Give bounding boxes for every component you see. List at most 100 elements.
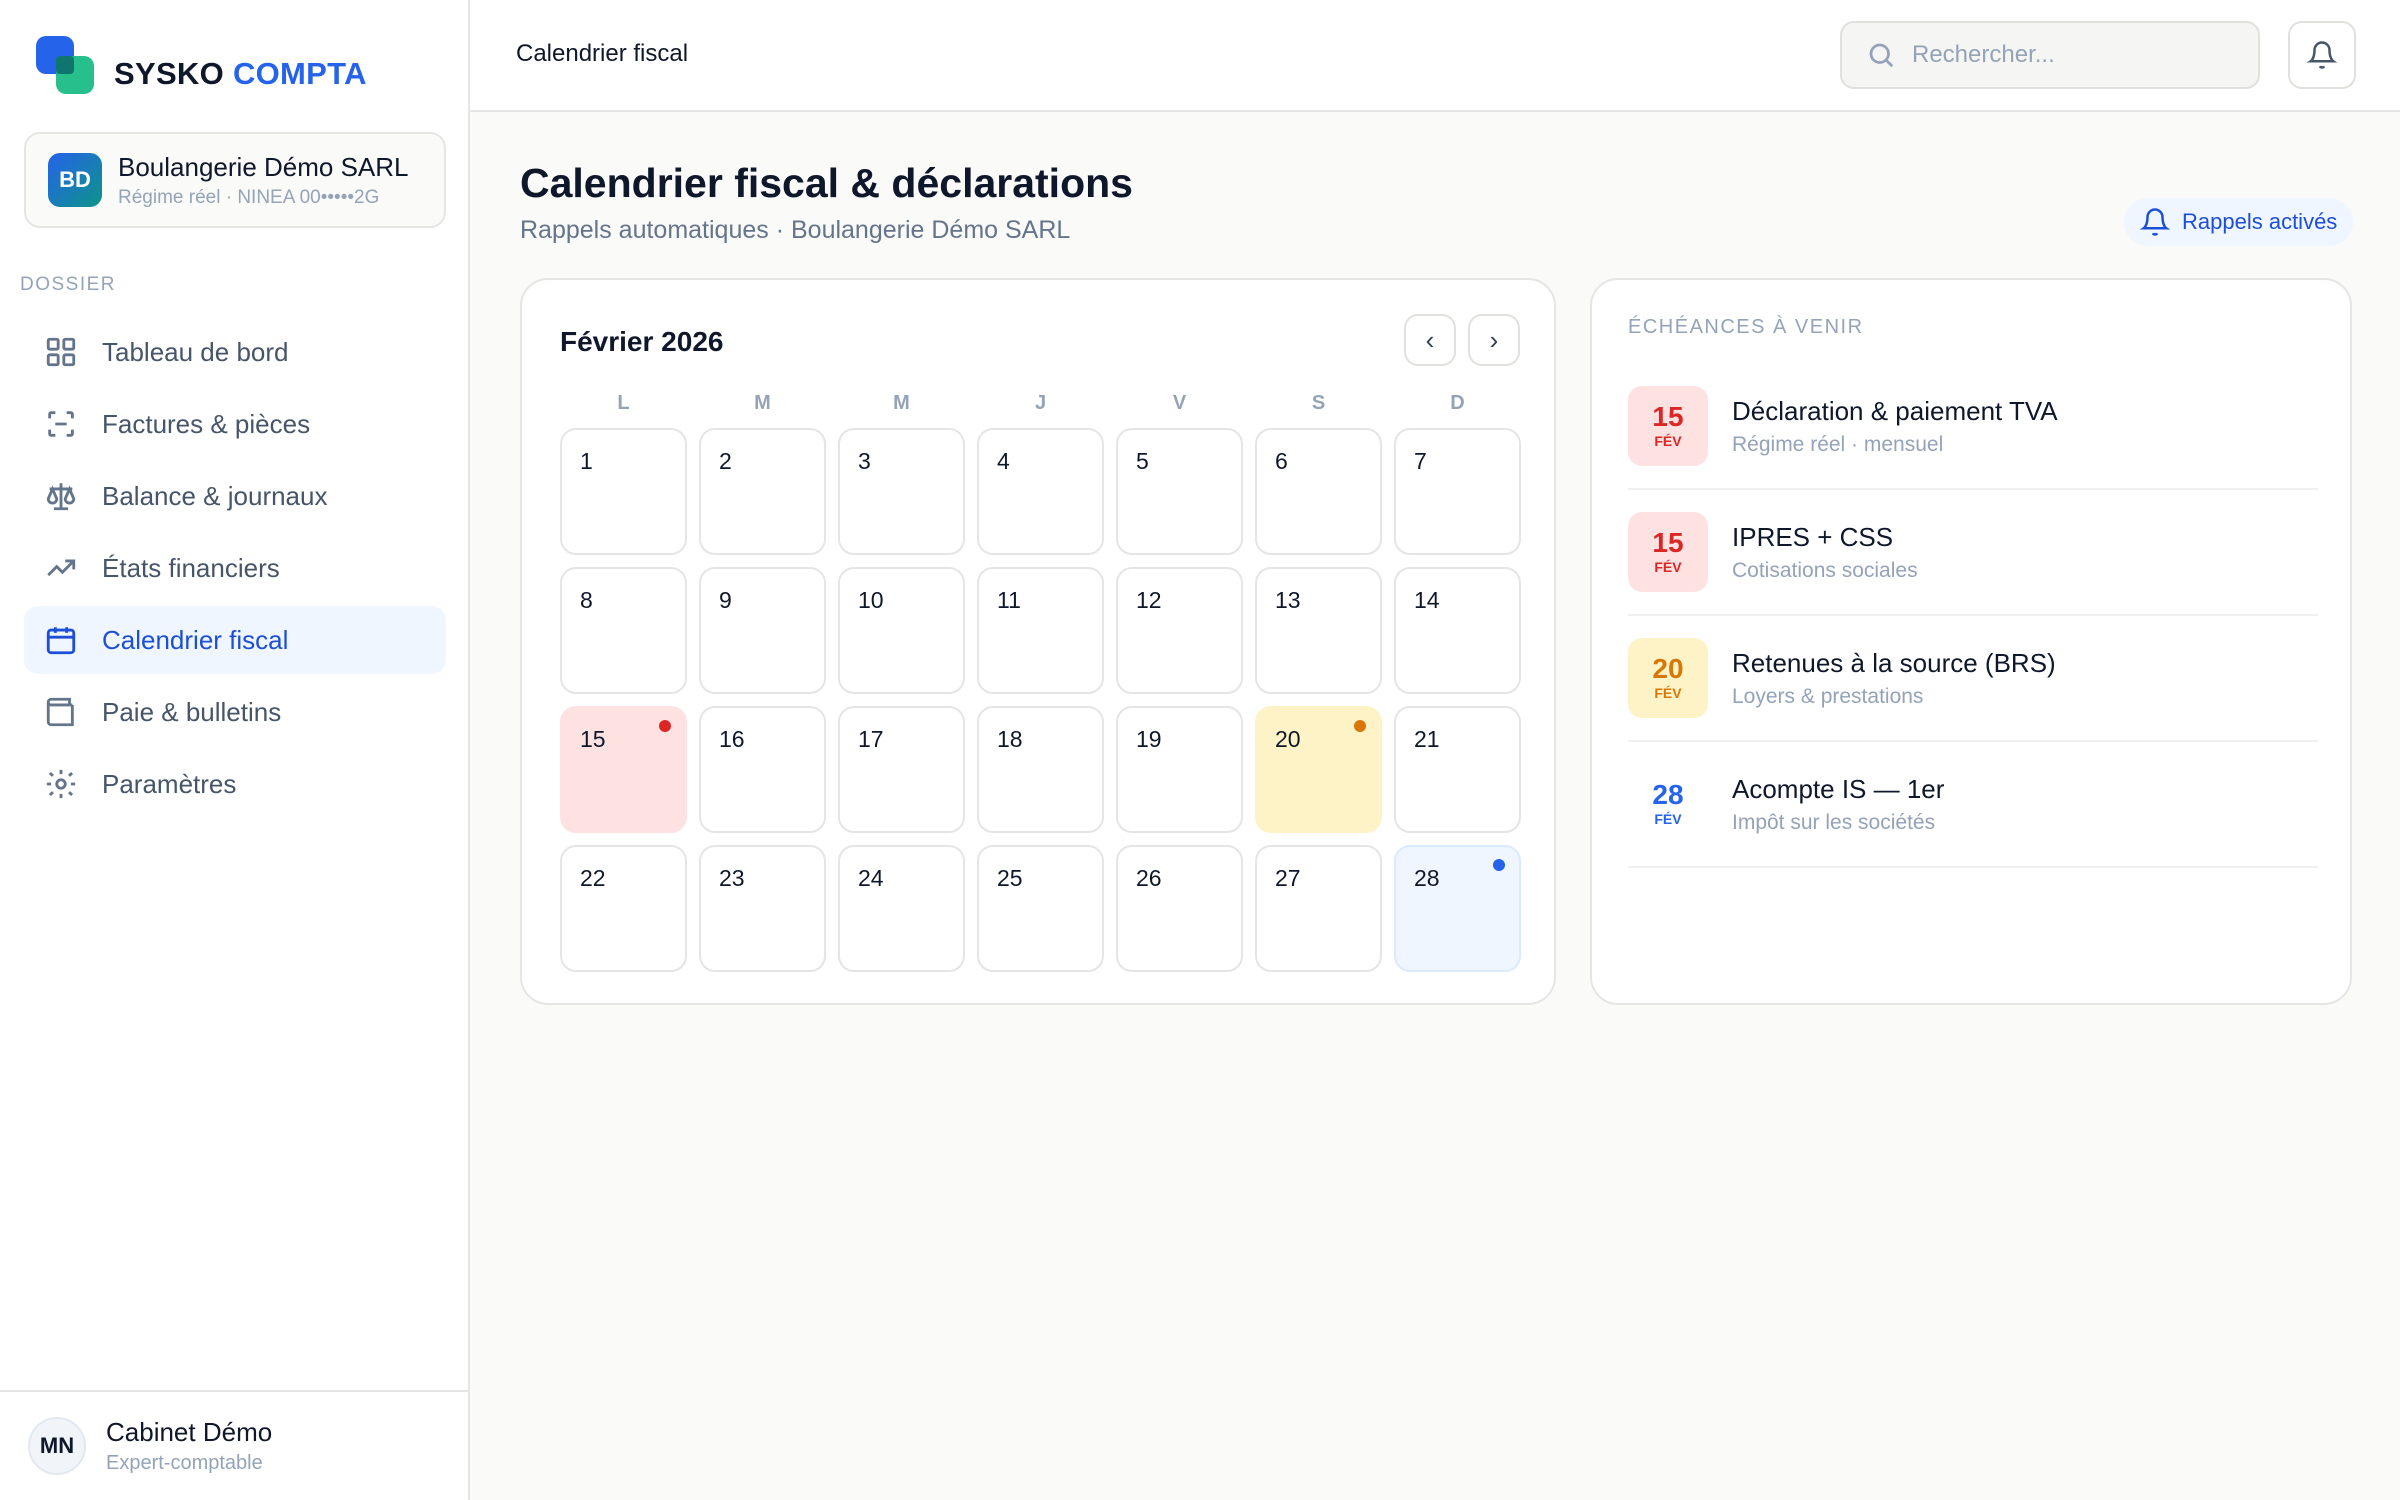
calendar-day[interactable]: 19 [1116,706,1243,833]
calendar-day[interactable]: 9 [699,567,826,694]
deadline-month: FÉV [1654,433,1682,449]
calendar-day[interactable]: 14 [1394,567,1521,694]
calendar-day-number: 4 [997,448,1010,474]
company-switcher[interactable]: BD Boulangerie Démo SARL Régime réel · N… [24,132,446,228]
deadlines-card: ÉCHÉANCES À VENIR 15 FÉV Déclaration & pai… [1590,278,2352,1005]
calendar-day-number: 28 [1414,865,1440,891]
page-subtitle: Rappels automatiques · Boulangerie Démo … [520,216,1071,244]
calendar-grid: 1 2 3 4 5 6 7 8 9 10 11 12 13 14 15 16 17 18 19 20 21 22 23 24 2… [560,428,1521,972]
avatar: MN [28,1417,86,1475]
sidebar-item-label: États financiers [102,552,280,583]
calendar-day[interactable]: 23 [699,845,826,972]
calendar-day[interactable]: 10 [838,567,965,694]
calendar-day[interactable]: 2 [699,428,826,555]
calendar-day[interactable]: 4 [977,428,1104,555]
weekday-label: S [1311,392,1326,414]
deadline-day: 20 [1652,653,1684,684]
calendar-day[interactable]: 12 [1116,567,1243,694]
calendar-day-number: 10 [858,587,884,613]
calendar-day-number: 5 [1136,448,1149,474]
calendar-day-number: 8 [580,587,593,613]
calendar-day[interactable]: 15 [560,706,687,833]
calendar-day[interactable]: 22 [560,845,687,972]
deadline-month: FÉV [1654,559,1682,575]
calendar-day[interactable]: 27 [1255,845,1382,972]
company-subtitle: Régime réel · NINEA 00•••••2G [118,186,380,208]
calendar-day-number: 6 [1275,448,1288,474]
sidebar-item-tableau-de-bord[interactable]: Tableau de bord [24,318,446,386]
user-profile[interactable]: MN Cabinet Démo Expert-comptable [0,1390,470,1500]
topbar-title: Calendrier fiscal [516,40,689,67]
calendar-day[interactable]: 24 [838,845,965,972]
deadline-day: 28 [1652,779,1684,810]
calendar-day[interactable]: 13 [1255,567,1382,694]
brand[interactable]: SYSKO COMPTA [34,34,367,98]
deadline-month: FÉV [1654,685,1682,701]
sidebar-item-paie[interactable]: Paie & bulletins [24,678,446,746]
sidebar-item-calendrier-fiscal[interactable]: Calendrier fiscal [24,606,446,674]
calendar-day-number: 17 [858,726,884,752]
calendar-day[interactable]: 8 [560,567,687,694]
search-box[interactable] [1840,21,2260,89]
reminders-toggle[interactable]: Rappels activés [2124,198,2354,246]
calendar-day[interactable]: 20 [1255,706,1382,833]
calendar-day-number: 23 [719,865,745,891]
calendar-next-button[interactable]: › [1468,314,1520,366]
settings-icon [44,767,78,801]
brand-name-part1: SYSKO [114,56,225,91]
wallet-icon [44,695,78,729]
sidebar-nav: Tableau de bord Factures & pièces Balanc… [24,318,446,822]
sidebar-item-label: Factures & pièces [102,408,311,439]
calendar-prev-button[interactable]: ‹ [1404,314,1456,366]
calendar-day-number: 25 [997,865,1023,891]
user-name: Cabinet Démo [106,1417,273,1447]
calendar-day[interactable]: 26 [1116,845,1243,972]
calendar-day[interactable]: 28 [1394,845,1521,972]
calendar-day[interactable]: 11 [977,567,1104,694]
deadline-item[interactable]: 15 FÉV IPRES + CSS Cotisations sociales [1628,490,2318,616]
sidebar-item-label: Tableau de bord [102,336,289,367]
weekday-label: V [1172,392,1187,414]
search-input[interactable] [1912,41,2232,69]
sidebar: SYSKO COMPTA BD Boulangerie Démo SARL Ré… [0,0,470,1500]
calendar-day[interactable]: 1 [560,428,687,555]
deadlines-heading: ÉCHÉANCES À VENIR [1628,316,1864,338]
deadline-title: IPRES + CSS [1732,521,1894,552]
calendar-day-number: 11 [997,587,1021,613]
calendar-day[interactable]: 16 [699,706,826,833]
notifications-button[interactable] [2288,21,2356,89]
company-name: Boulangerie Démo SARL [118,151,409,182]
sidebar-item-parametres[interactable]: Paramètres [24,750,446,818]
calendar-day[interactable]: 18 [977,706,1104,833]
calendar-day[interactable]: 25 [977,845,1104,972]
calendar-day[interactable]: 17 [838,706,965,833]
sidebar-item-etats-financiers[interactable]: États financiers [24,534,446,602]
scan-icon [44,407,78,441]
calendar-day-number: 7 [1414,448,1427,474]
calendar-day-number: 19 [1136,726,1162,752]
sidebar-item-balance[interactable]: Balance & journaux [24,462,446,530]
calendar-day-number: 15 [580,726,606,752]
deadline-date-badge: 15 FÉV [1628,386,1708,466]
calendar-icon [44,623,78,657]
weekday-label: J [1034,392,1047,414]
deadline-item[interactable]: 15 FÉV Déclaration & paiement TVA Régime ré… [1628,364,2318,490]
deadline-subtitle: Régime réel · mensuel [1732,432,1944,456]
calendar-day[interactable]: 7 [1394,428,1521,555]
calendar-day[interactable]: 3 [838,428,965,555]
calendar-day[interactable]: 6 [1255,428,1382,555]
calendar-day[interactable]: 21 [1394,706,1521,833]
deadline-subtitle: Impôt sur les sociétés [1732,810,1936,834]
calendar-day[interactable]: 5 [1116,428,1243,555]
deadline-dot [1354,720,1366,732]
brand-name-part2: COMPTA [232,56,367,91]
sidebar-item-factures[interactable]: Factures & pièces [24,390,446,458]
deadline-item[interactable]: 20 FÉV Retenues à la source (BRS) Loyers & … [1628,616,2318,742]
deadline-subtitle: Loyers & prestations [1732,684,1924,708]
deadline-dot [659,720,671,732]
deadline-subtitle: Cotisations sociales [1732,558,1918,582]
deadline-item[interactable]: 28 FÉV Acompte IS — 1er Impôt sur les socié… [1628,742,2318,868]
weekday-label: M [893,392,910,414]
deadline-dot [1493,859,1505,871]
calendar-day-number: 2 [719,448,732,474]
